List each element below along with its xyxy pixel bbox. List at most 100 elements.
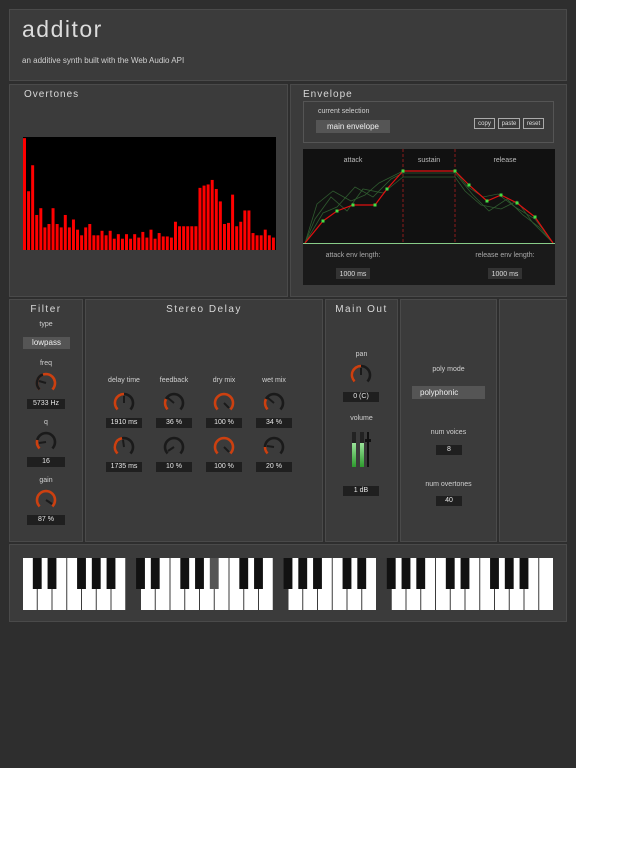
overtone-bar[interactable] (190, 226, 194, 250)
overtone-bar[interactable] (63, 214, 67, 250)
black-key[interactable] (77, 558, 86, 589)
overtone-bar[interactable] (129, 238, 133, 250)
q-knob[interactable] (35, 431, 57, 453)
freq-value[interactable]: 5733 Hz (27, 399, 65, 409)
overtone-bar[interactable] (243, 210, 247, 250)
overtone-bar[interactable] (149, 229, 153, 250)
overtone-bar[interactable] (96, 235, 100, 250)
overtone-bar[interactable] (43, 227, 47, 250)
overtone-bar[interactable] (108, 230, 112, 250)
black-key[interactable] (401, 558, 411, 589)
attack-length-value[interactable]: 1000 ms (340, 271, 367, 278)
feedback-knob-right[interactable] (163, 436, 185, 458)
overtone-bar[interactable] (133, 234, 137, 250)
overtones-graph[interactable] (23, 137, 276, 250)
poly-mode-select[interactable]: polyphonic (412, 386, 485, 399)
overtone-bar[interactable] (206, 184, 210, 250)
overtone-bar[interactable] (27, 191, 31, 250)
overtone-bar[interactable] (120, 238, 124, 250)
overtone-bar[interactable] (161, 236, 165, 250)
overtone-bar[interactable] (239, 221, 243, 250)
overtone-bar[interactable] (51, 208, 55, 250)
gain-value[interactable]: 87 % (27, 515, 65, 525)
delay-time-knob-left[interactable] (113, 392, 135, 414)
overtone-bar[interactable] (31, 165, 35, 250)
overtone-bar[interactable] (271, 237, 275, 250)
overtone-bar[interactable] (47, 224, 51, 250)
delay-time-knob-right[interactable] (113, 436, 135, 458)
overtone-bar[interactable] (218, 201, 222, 250)
filter-type-select[interactable]: lowpass (23, 337, 70, 349)
overtone-bar[interactable] (214, 188, 218, 250)
overtone-bar[interactable] (137, 237, 141, 250)
overtone-bar[interactable] (173, 221, 177, 250)
wet-mix-value-right[interactable]: 20 % (256, 462, 292, 472)
black-key[interactable] (283, 558, 293, 589)
piano-keyboard[interactable] (23, 558, 554, 610)
overtone-bar[interactable] (67, 227, 71, 250)
overtone-bar[interactable] (88, 224, 92, 250)
black-key[interactable] (254, 558, 263, 589)
feedback-value-right[interactable]: 10 % (156, 462, 192, 472)
overtone-bar[interactable] (169, 237, 173, 250)
pan-knob[interactable] (350, 364, 372, 386)
black-key[interactable] (313, 558, 322, 589)
overtone-bar[interactable] (55, 224, 59, 250)
black-key[interactable] (357, 558, 367, 589)
overtone-bar[interactable] (153, 238, 157, 250)
overtone-bar[interactable] (227, 222, 231, 250)
black-key[interactable] (136, 558, 145, 589)
black-key[interactable] (32, 558, 42, 589)
overtone-bar[interactable] (112, 238, 116, 250)
overtone-bar[interactable] (59, 227, 63, 250)
overtone-bar[interactable] (263, 229, 267, 250)
feedback-value-left[interactable]: 36 % (156, 418, 192, 428)
reset-button[interactable]: reset (523, 118, 544, 129)
overtone-bar[interactable] (182, 226, 186, 250)
black-key[interactable] (416, 558, 426, 589)
black-key[interactable] (150, 558, 160, 589)
pan-value[interactable]: 0 (C) (343, 392, 379, 402)
gain-knob[interactable] (35, 489, 57, 511)
wet-mix-knob-right[interactable] (263, 436, 285, 458)
black-key[interactable] (47, 558, 57, 589)
overtone-bar[interactable] (202, 185, 206, 250)
black-key[interactable] (490, 558, 499, 589)
paste-button[interactable]: paste (498, 118, 520, 129)
feedback-knob-left[interactable] (163, 392, 185, 414)
overtone-bar[interactable] (76, 229, 80, 250)
black-key[interactable] (504, 558, 514, 589)
black-key[interactable] (195, 558, 204, 589)
q-value[interactable]: 16 (27, 457, 65, 467)
overtone-bar[interactable] (80, 235, 84, 250)
wet-mix-knob-left[interactable] (263, 392, 285, 414)
num-voices-value[interactable]: 8 (436, 445, 462, 455)
black-key[interactable] (460, 558, 470, 589)
black-key[interactable] (519, 558, 529, 589)
overtone-bar[interactable] (23, 138, 26, 250)
dry-mix-knob-left[interactable] (213, 392, 235, 414)
black-key[interactable] (445, 558, 455, 589)
overtone-bar[interactable] (165, 236, 169, 250)
overtone-bar[interactable] (186, 226, 190, 250)
black-key[interactable] (239, 558, 249, 589)
overtone-bar[interactable] (157, 233, 161, 250)
release-length-value[interactable]: 1000 ms (492, 271, 519, 278)
black-key[interactable] (386, 558, 396, 589)
overtone-bar[interactable] (35, 214, 39, 250)
overtone-bar[interactable] (251, 233, 255, 250)
delay-time-value-right[interactable]: 1735 ms (106, 462, 142, 472)
overtone-bar[interactable] (84, 227, 88, 250)
black-key[interactable] (180, 558, 190, 589)
overtone-bar[interactable] (71, 219, 75, 250)
overtone-bar[interactable] (194, 226, 198, 250)
volume-slider-handle[interactable] (365, 439, 371, 442)
overtone-bar[interactable] (231, 194, 235, 250)
overtone-bar[interactable] (235, 226, 239, 250)
overtone-bar[interactable] (125, 234, 128, 250)
delay-time-value-left[interactable]: 1910 ms (106, 418, 142, 428)
overtone-bar[interactable] (267, 235, 271, 250)
black-key[interactable] (209, 558, 219, 589)
overtone-bar[interactable] (247, 210, 251, 250)
dry-mix-value-right[interactable]: 100 % (206, 462, 242, 472)
